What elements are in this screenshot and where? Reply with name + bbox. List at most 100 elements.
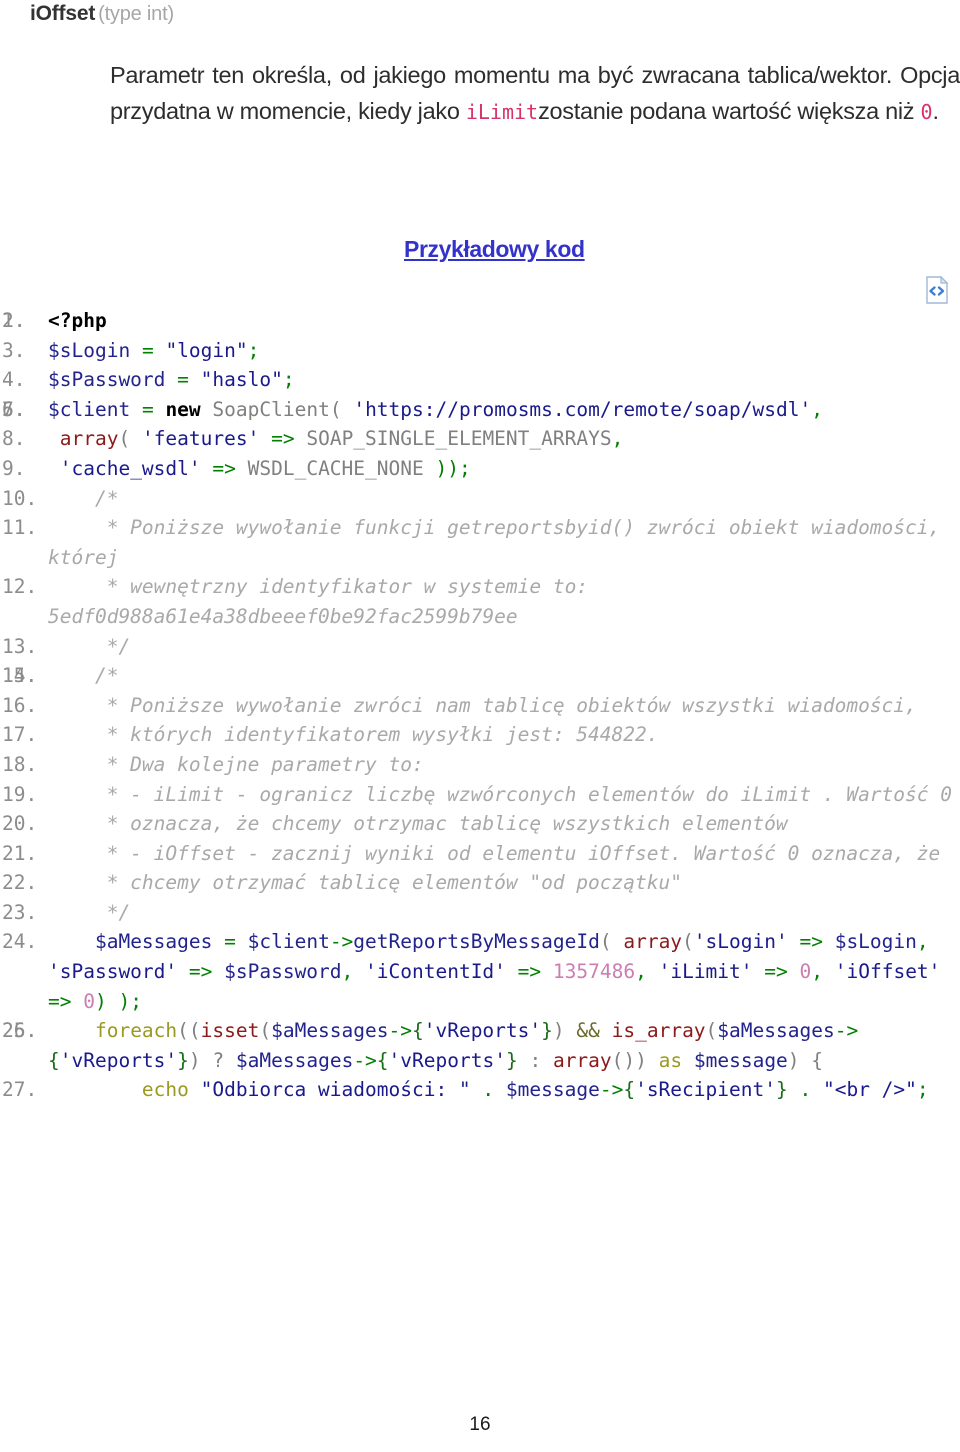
code-token: 'vReports' <box>423 1019 542 1043</box>
code-line: 24. $aMessages = $client->getReportsByMe… <box>0 927 960 1016</box>
code-line: 12. * wewnętrzny identyfikator w systemi… <box>0 572 960 631</box>
code-token: ; <box>282 368 295 392</box>
code-line-content: * - iLimit - ogranicz liczbę wzwórconych… <box>48 783 952 806</box>
code-line-number: 3. <box>2 338 26 362</box>
code-token: isset <box>200 1019 260 1043</box>
inline-code-zero: 0 <box>920 100 933 124</box>
code-token: getReportsByMessageId <box>353 930 600 954</box>
code-token: $client <box>247 930 330 954</box>
code-line: 22. * chcemy otrzymać tablicę elementów … <box>0 868 960 898</box>
example-code-heading[interactable]: Przykładowy kod <box>404 236 585 263</box>
code-token: . <box>799 1078 812 1102</box>
code-token: = <box>141 397 154 421</box>
code-token: 'iLimit' <box>658 960 753 984</box>
code-token: } <box>505 1048 518 1072</box>
code-line: 9. 'cache_wsdl' => WSDL_CACHE_NONE )); <box>0 454 960 484</box>
code-token: -> <box>329 930 354 954</box>
code-token: , <box>811 397 823 421</box>
parameter-description: Parametr ten określa, od jakiego momentu… <box>110 57 960 130</box>
code-token: 'sPassword' <box>48 960 178 984</box>
code-line-number: 16. <box>2 693 38 717</box>
code-line-content: 'cache_wsdl' => WSDL_CACHE_NONE )); <box>48 457 471 480</box>
code-line-content: foreach((isset($aMessages->{'vReports'})… <box>48 1019 858 1072</box>
code-token: , <box>811 960 823 984</box>
code-token: ( <box>329 397 342 421</box>
code-line-content: * oznacza, że chcemy otrzymac tablicę ws… <box>48 812 788 835</box>
code-line-number: 12. <box>2 575 38 599</box>
code-line: 15. /* <box>0 661 960 691</box>
code-token: , <box>635 960 647 984</box>
parameter-type-label: (type int) <box>98 3 174 25</box>
code-line: 19. * - iLimit - ogranicz liczbę wzwórco… <box>0 780 960 810</box>
code-token: $aMessages <box>94 930 213 954</box>
code-token: . <box>482 1078 495 1102</box>
code-token: ; <box>247 338 260 362</box>
code-token: ) <box>188 1048 201 1072</box>
code-token: ( <box>599 930 612 954</box>
code-token: $message <box>505 1078 600 1102</box>
code-token: WSDL_CACHE_NONE <box>247 456 424 480</box>
code-token: * - iLimit - ogranicz liczbę wzwórconych… <box>48 782 952 806</box>
code-line-content: /* <box>48 664 118 687</box>
code-token: * chcemy otrzymać tablicę elementów "od … <box>48 871 682 895</box>
code-line-content: * Poniższe wywołanie zwróci nam tablicę … <box>48 694 917 717</box>
code-token: array <box>552 1048 612 1072</box>
code-token: * wewnętrzny identyfikator w systemie to… <box>48 575 600 628</box>
example-code-block: 1. 2. <?php 3. $sLogin = "login"; 4. $sPasswor… <box>0 306 960 1105</box>
code-line-number: 13. <box>2 634 38 658</box>
code-line-content: echo "Odbiorca wiadomości: " . $message-… <box>48 1078 929 1101</box>
code-token: ) <box>552 1019 565 1043</box>
code-line: 20. * oznacza, że chcemy otrzymac tablic… <box>0 809 960 839</box>
code-line-number: 24. <box>2 930 38 954</box>
code-file-icon[interactable] <box>925 275 949 304</box>
code-line-number: 9. <box>2 456 26 480</box>
code-token: <?php <box>48 309 107 332</box>
code-token: ( <box>682 930 694 954</box>
code-token: 'sRecipient' <box>635 1078 776 1102</box>
code-token: * - iOffset - zacznij wyniki od elementu… <box>48 841 941 865</box>
code-line: 13. */ <box>0 632 960 662</box>
code-line: 18. * Dwa kolejne parametry to: <box>0 750 960 780</box>
code-token: { <box>811 1048 824 1072</box>
code-line-content: $sLogin = "login"; <box>48 339 259 362</box>
code-token: } <box>541 1019 553 1043</box>
code-token: $aMessages <box>271 1019 389 1043</box>
code-line: 11. * Poniższe wywołanie funkcji getrepo… <box>0 513 960 572</box>
code-line: 26. foreach((isset($aMessages->{'vReport… <box>0 1016 960 1075</box>
code-token: 'cache_wsdl' <box>59 456 201 480</box>
code-token: * Poniższe wywołanie funkcji getreportsb… <box>48 516 952 569</box>
code-token: => <box>48 989 72 1013</box>
code-token: array <box>59 427 119 451</box>
code-line-number: 18. <box>2 752 38 776</box>
code-token: } <box>177 1048 189 1072</box>
code-token: => <box>188 960 213 984</box>
code-line-content: * których identyfikatorem wysyłki jest: … <box>48 723 659 746</box>
code-token: SoapClient <box>212 397 330 421</box>
code-line-number: 15. <box>2 664 38 688</box>
